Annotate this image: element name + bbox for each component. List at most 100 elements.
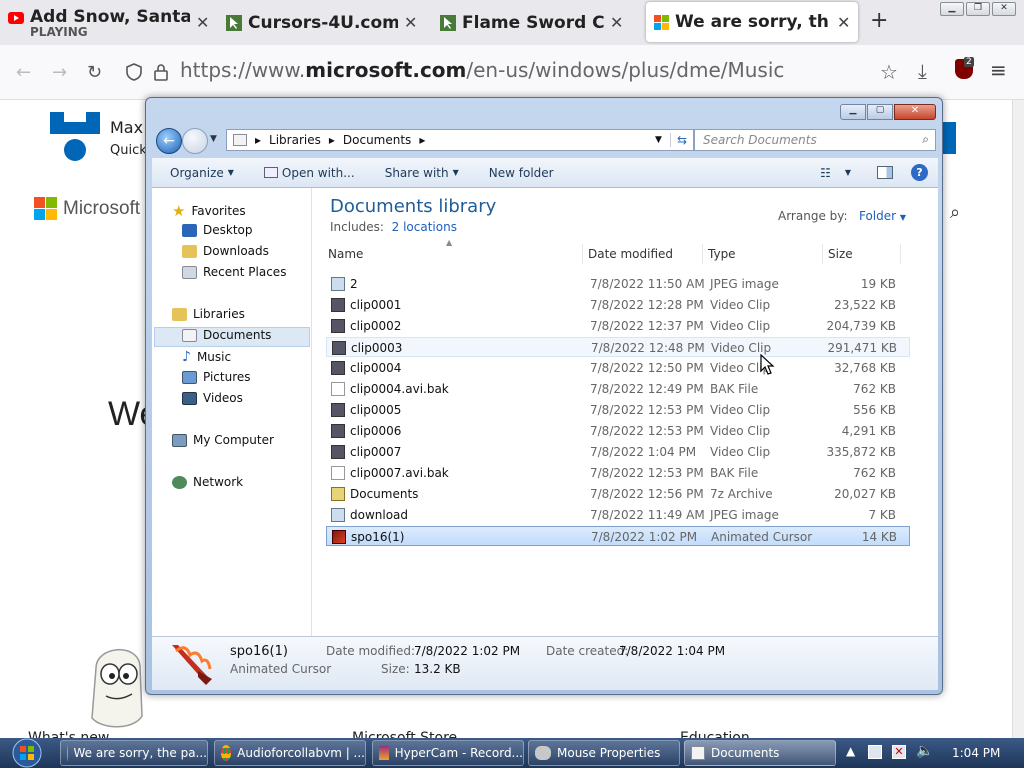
file-row[interactable]: clip0002 7/8/2022 12:37 PM Video Clip 204,7… bbox=[326, 316, 910, 336]
breadcrumb-documents[interactable]: Documents bbox=[343, 133, 411, 147]
file-row[interactable]: clip0003 7/8/2022 12:48 PM Video Clip 291,4… bbox=[326, 337, 910, 357]
arrange-dropdown[interactable]: Folder bbox=[859, 209, 896, 223]
nav-videos[interactable]: Videos bbox=[182, 391, 243, 405]
file-date: 7/8/2022 11:49 AM bbox=[590, 508, 705, 522]
network-status-icon[interactable]: ✕ bbox=[892, 745, 906, 759]
tab-we-are-sorry[interactable]: We are sorry, th ✕ bbox=[646, 2, 858, 42]
search-input[interactable]: Search Documents ⌕ bbox=[694, 129, 936, 151]
nav-downloads[interactable]: Downloads bbox=[182, 244, 269, 258]
new-folder-button[interactable]: New folder bbox=[489, 166, 554, 180]
microsoft-logo[interactable]: Microsoft bbox=[34, 197, 140, 220]
file-row[interactable]: clip0007 7/8/2022 1:04 PM Video Clip 335,87… bbox=[326, 442, 910, 462]
nav-favorites[interactable]: ★ Favorites bbox=[172, 202, 246, 220]
restore-button[interactable]: ❐ bbox=[966, 2, 990, 16]
file-row-selected[interactable]: spo16(1) 7/8/2022 1:02 PM Animated Cursor 1… bbox=[326, 526, 910, 546]
nav-documents[interactable]: Documents bbox=[182, 328, 271, 342]
view-options-button[interactable]: ☷ ▼ bbox=[820, 166, 851, 180]
recent-pages-chevron-icon[interactable]: ▼ bbox=[210, 134, 217, 144]
open-with-button[interactable]: Open with... bbox=[263, 166, 355, 180]
breadcrumb[interactable]: ▸ Libraries ▸ Documents ▸ ▼ ⇆ bbox=[226, 129, 694, 151]
tab-flame-sword[interactable]: Flame Sword Cu ✕ bbox=[440, 0, 640, 45]
forward-arrow-icon[interactable]: → bbox=[52, 62, 67, 83]
column-name[interactable]: Name bbox=[328, 247, 363, 261]
column-separator[interactable] bbox=[702, 244, 703, 264]
minimize-button[interactable]: ▁ bbox=[840, 104, 866, 120]
show-hidden-icons-arrow-icon[interactable]: ▲ bbox=[846, 744, 855, 758]
column-separator[interactable] bbox=[900, 244, 901, 264]
close-tab-icon[interactable]: ✕ bbox=[404, 13, 417, 32]
tab-add-snow[interactable]: Add Snow, Santa PLAYING ✕ bbox=[8, 0, 208, 45]
downloads-folder-icon bbox=[182, 244, 197, 258]
help-button[interactable]: ? bbox=[911, 164, 928, 181]
nav-music[interactable]: ♪ Music bbox=[182, 349, 231, 365]
preview-pane-button[interactable] bbox=[877, 166, 893, 179]
column-separator[interactable] bbox=[822, 244, 823, 264]
file-row[interactable]: clip0004.avi.bak 7/8/2022 12:49 PM BAK Fil… bbox=[326, 379, 910, 399]
file-row[interactable]: clip0006 7/8/2022 12:53 PM Video Clip 4,291… bbox=[326, 421, 910, 441]
nav-network[interactable]: Network bbox=[172, 475, 243, 489]
close-window-button[interactable]: ✕ bbox=[992, 2, 1016, 16]
file-size: 32,768 KB bbox=[834, 361, 896, 375]
nav-libraries[interactable]: Libraries bbox=[172, 307, 245, 321]
breadcrumb-libraries[interactable]: Libraries bbox=[269, 133, 321, 147]
file-row[interactable]: clip0007.avi.bak 7/8/2022 12:53 PM BAK Fil… bbox=[326, 463, 910, 483]
microsoft-logo-icon bbox=[34, 197, 57, 220]
file-row[interactable]: download 7/8/2022 11:49 AM JPEG image 7 KB bbox=[326, 505, 910, 525]
search-icon[interactable]: ⌕ bbox=[950, 202, 960, 223]
column-size[interactable]: Size bbox=[828, 247, 853, 261]
nav-desktop[interactable]: Desktop bbox=[182, 223, 253, 237]
sort-ascending-icon: ▲ bbox=[446, 238, 453, 247]
libraries-icon bbox=[172, 307, 187, 321]
share-with-button[interactable]: Share with ▼ bbox=[385, 166, 459, 180]
volume-icon[interactable]: 🔈 bbox=[916, 743, 933, 759]
file-name: download bbox=[350, 508, 409, 522]
tab-cursors4u[interactable]: Cursors-4U.com ✕ bbox=[226, 0, 426, 45]
taskbar-hypercam[interactable]: HyperCam - Record... bbox=[372, 740, 524, 766]
includes-locations-link[interactable]: 2 locations bbox=[392, 220, 457, 234]
nav-my-computer[interactable]: My Computer bbox=[172, 433, 274, 447]
taskbar-chrome[interactable]: Audioforcollabvm | ... bbox=[214, 740, 366, 766]
start-button[interactable] bbox=[8, 738, 46, 768]
taskbar-label: Audioforcollabvm | ... bbox=[237, 746, 365, 760]
clock[interactable]: 1:04 PM bbox=[952, 746, 1000, 760]
organize-button[interactable]: Organize ▼ bbox=[170, 166, 234, 180]
lock-icon[interactable] bbox=[154, 63, 168, 81]
taskbar-firefox[interactable]: We are sorry, the pa... bbox=[60, 740, 208, 766]
page-scrollbar[interactable] bbox=[1012, 100, 1024, 740]
close-tab-icon[interactable]: ✕ bbox=[196, 13, 208, 32]
bookmark-star-icon[interactable]: ☆ bbox=[880, 60, 898, 84]
address-dropdown-icon[interactable]: ▼ bbox=[655, 135, 662, 145]
file-size: 556 KB bbox=[853, 403, 896, 417]
back-button[interactable]: ← bbox=[156, 128, 182, 154]
minimize-button[interactable]: ▁ bbox=[940, 2, 964, 16]
back-arrow-icon[interactable]: ← bbox=[16, 62, 31, 83]
column-date-modified[interactable]: Date modified bbox=[588, 247, 673, 261]
file-row[interactable]: clip0001 7/8/2022 12:28 PM Video Clip 23,52… bbox=[326, 295, 910, 315]
nav-pictures[interactable]: Pictures bbox=[182, 370, 251, 384]
shield-icon[interactable] bbox=[126, 63, 142, 81]
column-separator[interactable] bbox=[582, 244, 583, 264]
taskbar-documents[interactable]: Documents bbox=[684, 740, 836, 766]
maximize-button[interactable]: ▢ bbox=[867, 104, 893, 120]
download-icon[interactable]: ⤓ bbox=[918, 59, 927, 83]
file-row[interactable]: 2 7/8/2022 11:50 AM JPEG image 19 KB bbox=[326, 274, 910, 294]
reload-icon[interactable]: ↻ bbox=[87, 62, 102, 83]
url-bar[interactable]: https://www.microsoft.com/en-us/windows/… bbox=[180, 58, 870, 82]
file-row[interactable]: clip0004 7/8/2022 12:50 PM Video Clip 32,76… bbox=[326, 358, 910, 378]
refresh-icon[interactable]: ⇆ bbox=[669, 133, 693, 147]
column-type[interactable]: Type bbox=[708, 247, 736, 261]
taskbar-mouse-properties[interactable]: Mouse Properties bbox=[528, 740, 680, 766]
nav-recent-places[interactable]: Recent Places bbox=[182, 265, 286, 279]
details-view-icon: ☷ bbox=[820, 165, 831, 180]
forward-button[interactable] bbox=[182, 128, 208, 154]
action-center-icon[interactable] bbox=[868, 745, 882, 759]
close-tab-icon[interactable]: ✕ bbox=[610, 13, 623, 32]
menu-icon[interactable]: ≡ bbox=[990, 58, 1007, 82]
close-window-button[interactable]: ✕ bbox=[894, 104, 936, 120]
file-row[interactable]: Documents 7/8/2022 12:56 PM 7z Archive 20,0… bbox=[326, 484, 910, 504]
file-row[interactable]: clip0005 7/8/2022 12:53 PM Video Clip 556 K… bbox=[326, 400, 910, 420]
chrome-icon bbox=[221, 745, 232, 761]
new-tab-button[interactable]: + bbox=[870, 8, 888, 33]
close-tab-icon[interactable]: ✕ bbox=[837, 13, 850, 32]
nav-label: Network bbox=[193, 475, 244, 489]
